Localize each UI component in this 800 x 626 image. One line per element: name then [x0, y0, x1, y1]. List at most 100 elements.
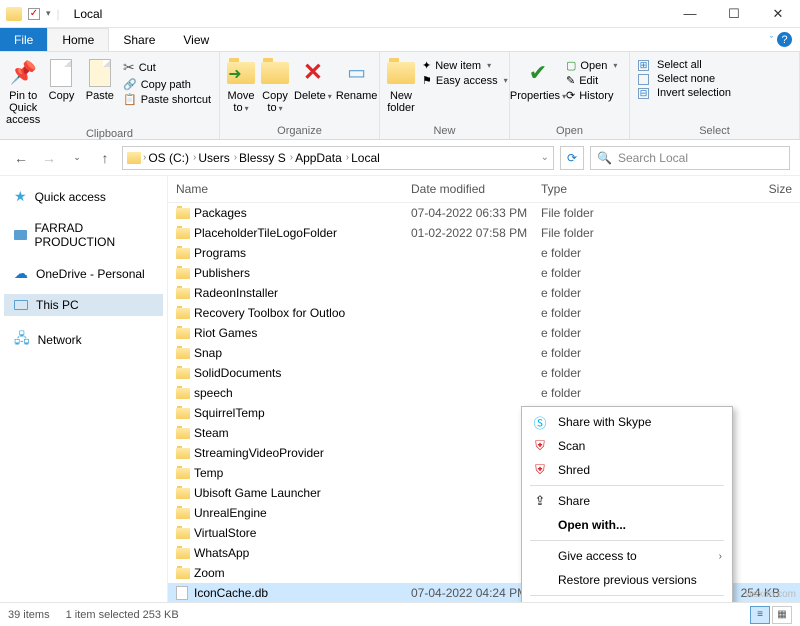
table-row[interactable]: Packages07-04-2022 06:33 PMFile folder [168, 203, 800, 223]
ribbon-tabs: File Home Share View ˇ ? [0, 28, 800, 52]
ctx-sendto[interactable]: Send to› [524, 599, 730, 602]
paste-label: Paste [86, 90, 114, 102]
tab-share[interactable]: Share [109, 28, 169, 51]
breadcrumb-seg[interactable]: Blessy S› [239, 151, 293, 165]
selectnone-icon [638, 74, 649, 85]
ctx-shred[interactable]: ⛨Shred [524, 458, 730, 482]
help-icon[interactable]: ? [777, 32, 792, 47]
breadcrumb-seg[interactable]: OS (C:)› [148, 151, 196, 165]
breadcrumb-dropdown[interactable]: ⌄ [541, 152, 549, 163]
view-thumbnails-button[interactable]: ▦ [772, 606, 792, 624]
table-row[interactable]: PlaceholderTileLogoFolder01-02-2022 07:5… [168, 223, 800, 243]
file-name: VirtualStore [194, 526, 411, 540]
history-button[interactable]: ⟳History [562, 88, 621, 103]
folder-icon [176, 468, 190, 479]
folder-icon [176, 248, 190, 259]
statusbar: 39 items 1 item selected 253 KB ≡ ▦ [0, 602, 800, 626]
search-input[interactable]: 🔍 Search Local [590, 146, 790, 170]
folder-icon [176, 548, 190, 559]
folder-icon [176, 208, 190, 219]
table-row[interactable]: Programse folder [168, 243, 800, 263]
sidebar-item-onedrive[interactable]: ☁OneDrive - Personal [4, 261, 163, 286]
file-type: e folder [541, 326, 641, 340]
refresh-button[interactable]: ⟳ [560, 146, 584, 170]
new-item-button[interactable]: ✦New item▾ [418, 58, 512, 73]
main: ★Quick access FARRAD PRODUCTION ☁OneDriv… [0, 176, 800, 602]
ctx-giveaccess[interactable]: Give access to› [524, 544, 730, 568]
table-row[interactable]: speeche folder [168, 383, 800, 403]
ribbon-collapse-icon[interactable]: ˇ [770, 35, 773, 45]
folder-icon [176, 328, 190, 339]
sidebar-item-thispc[interactable]: This PC [4, 294, 163, 316]
move-to-button[interactable]: ➜Move to▾ [224, 56, 258, 116]
cut-button[interactable]: ✂Cut [119, 58, 215, 77]
ctx-openwith[interactable]: Open with... [524, 513, 730, 537]
table-row[interactable]: RadeonInstallere folder [168, 283, 800, 303]
qat-dropdown[interactable]: ▾ [46, 8, 51, 19]
ctx-share[interactable]: ⇪Share [524, 489, 730, 513]
recent-dropdown[interactable]: ⌄ [66, 147, 88, 169]
ctx-share-skype[interactable]: ⓈShare with Skype [524, 410, 730, 434]
group-organize-label: Organize [220, 125, 379, 139]
paste-shortcut-button[interactable]: 📋Paste shortcut [119, 92, 215, 107]
pin-quick-access-button[interactable]: 📌Pin to Quick access [4, 56, 42, 128]
back-button[interactable]: ← [10, 147, 32, 169]
table-row[interactable]: Riot Gamese folder [168, 323, 800, 343]
folder-icon [176, 308, 190, 319]
tab-view[interactable]: View [169, 28, 223, 51]
new-folder-button[interactable]: New folder [384, 56, 418, 116]
delete-button[interactable]: ✕Delete▾ [292, 56, 334, 104]
file-date: 07-04-2022 06:33 PM [411, 206, 541, 220]
invert-selection-button[interactable]: ⊟Invert selection [634, 86, 735, 100]
copy-path-button[interactable]: 🔗Copy path [119, 77, 215, 92]
file-name: speech [194, 386, 411, 400]
header-name[interactable]: Name [168, 176, 403, 202]
header-type[interactable]: Type [533, 176, 633, 202]
file-name: Snap [194, 346, 411, 360]
breadcrumb-seg[interactable]: Local [351, 151, 380, 165]
sidebar-item-network[interactable]: 🖧Network [4, 324, 163, 356]
copy-to-button[interactable]: Copy to▾ [258, 56, 292, 116]
forward-button[interactable]: → [38, 147, 60, 169]
tab-home[interactable]: Home [47, 28, 109, 51]
table-row[interactable]: Publisherse folder [168, 263, 800, 283]
breadcrumb[interactable]: › OS (C:)› Users› Blessy S› AppData› Loc… [122, 146, 554, 170]
file-list: Name Date modified Type Size Packages07-… [168, 176, 800, 602]
titlebar: ✓ ▾ | Local — ☐ ✕ [0, 0, 800, 28]
table-row[interactable]: Snap e folder [168, 343, 800, 363]
select-none-button[interactable]: Select none [634, 72, 735, 86]
rename-icon: ▭ [342, 58, 372, 88]
select-all-button[interactable]: ⊞Select all [634, 58, 735, 72]
ribbon: 📌Pin to Quick access Copy Paste ✂Cut 🔗Co… [0, 52, 800, 140]
view-details-button[interactable]: ≡ [750, 606, 770, 624]
close-button[interactable]: ✕ [756, 0, 800, 28]
disk-icon [14, 230, 27, 240]
ctx-scan[interactable]: ⛨Scan [524, 434, 730, 458]
up-button[interactable]: ↑ [94, 147, 116, 169]
open-button[interactable]: ▢Open▾ [562, 58, 621, 73]
minimize-button[interactable]: — [668, 0, 712, 28]
edit-button[interactable]: ✎Edit [562, 73, 621, 88]
header-size[interactable]: Size [633, 176, 800, 202]
ctx-restore[interactable]: Restore previous versions [524, 568, 730, 592]
file-name: WhatsApp [194, 546, 411, 560]
table-row[interactable]: Recovery Toolbox for Outlooe folder [168, 303, 800, 323]
rename-button[interactable]: ▭Rename [334, 56, 380, 104]
easy-access-button[interactable]: ⚑Easy access▾ [418, 73, 512, 88]
properties-button[interactable]: ✔Properties▾ [514, 56, 562, 104]
folder-icon [176, 488, 190, 499]
qat-checkbox[interactable]: ✓ [28, 8, 40, 20]
sidebar-item-quickaccess[interactable]: ★Quick access [4, 184, 163, 209]
copy-button[interactable]: Copy [42, 56, 80, 104]
table-row[interactable]: SolidDocumentse folder [168, 363, 800, 383]
tab-file[interactable]: File [0, 28, 47, 51]
file-type: e folder [541, 286, 641, 300]
maximize-button[interactable]: ☐ [712, 0, 756, 28]
breadcrumb-seg[interactable]: Users› [198, 151, 237, 165]
paste-button[interactable]: Paste [81, 56, 119, 104]
sidebar-item-farrad[interactable]: FARRAD PRODUCTION [4, 217, 163, 253]
navbar: ← → ⌄ ↑ › OS (C:)› Users› Blessy S› AppD… [0, 140, 800, 176]
file-type: e folder [541, 346, 641, 360]
header-date[interactable]: Date modified [403, 176, 533, 202]
breadcrumb-seg[interactable]: AppData› [295, 151, 349, 165]
